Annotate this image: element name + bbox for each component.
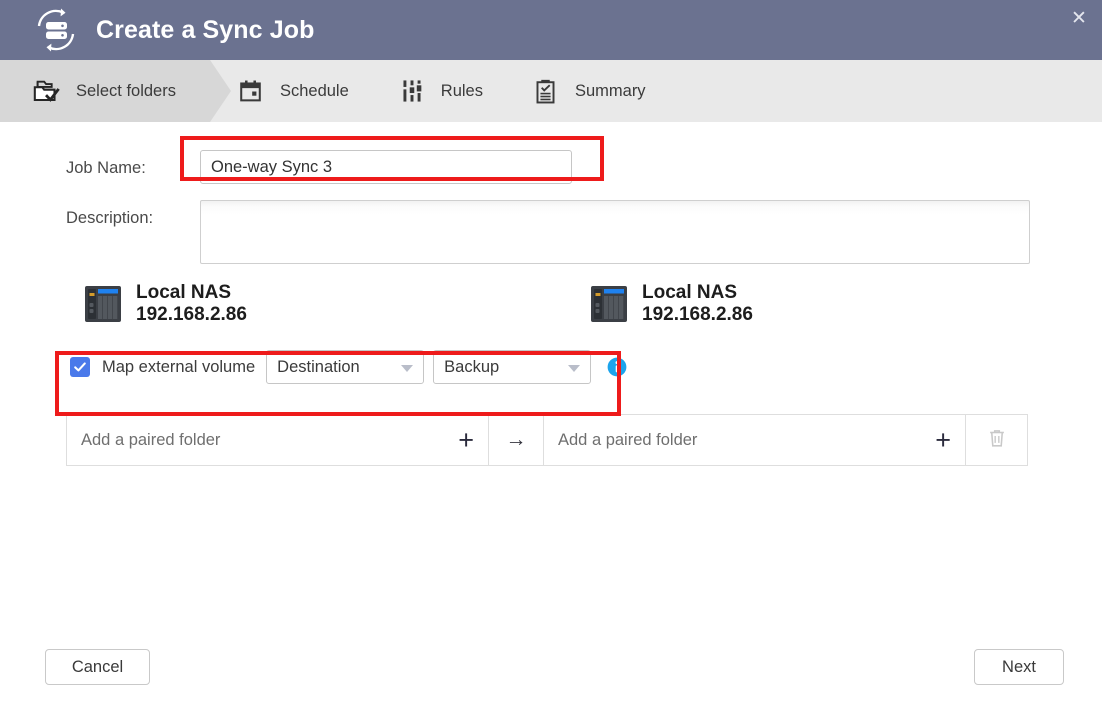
map-volume-select[interactable]: Backup [433, 350, 592, 384]
map-external-volume-checkbox[interactable] [70, 357, 90, 377]
add-destination-folder-plus-icon[interactable]: + [935, 426, 951, 454]
cancel-button[interactable]: Cancel [45, 649, 150, 685]
step-label-schedule: Schedule [279, 81, 349, 100]
dialog-titlebar: Create a Sync Job ✕ [0, 0, 1102, 60]
trash-icon [986, 426, 1008, 455]
source-endpoint-name: Local NAS [136, 282, 232, 303]
step-label-rules: Rules [440, 81, 483, 100]
chevron-down-icon [568, 365, 581, 372]
source-endpoint-ip: 192.168.2.86 [136, 304, 247, 326]
delete-pair-button[interactable] [965, 415, 1027, 465]
job-name-label: Job Name: [66, 159, 146, 177]
dialog-title: Create a Sync Job [96, 15, 315, 44]
arrow-right-icon: → [505, 428, 527, 451]
destination-endpoint-ip: 192.168.2.86 [642, 304, 753, 326]
step-rules[interactable]: Rules [371, 60, 505, 122]
destination-endpoint: Local NAS 192.168.2.86 [590, 282, 753, 327]
step-navigation: Select folders Schedule Rules Summary [0, 60, 1102, 122]
nas-device-icon [590, 284, 628, 324]
paired-folder-table: Add a paired folder + → Add a paired fol… [66, 414, 1028, 466]
add-source-folder-plus-icon[interactable]: + [458, 426, 474, 454]
source-folder-cell[interactable]: Add a paired folder + [67, 415, 488, 465]
chevron-down-icon [401, 365, 414, 372]
job-name-row: Job Name: [66, 150, 572, 184]
destination-folder-placeholder: Add a paired folder [558, 430, 698, 449]
sync-direction-cell: → [488, 415, 544, 465]
calendar-icon [234, 74, 268, 108]
source-endpoint: Local NAS 192.168.2.86 [84, 282, 247, 327]
description-row: Description: [66, 200, 1030, 264]
next-button[interactable]: Next [974, 649, 1064, 685]
step-schedule[interactable]: Schedule [210, 60, 371, 122]
map-external-volume-row: Map external volume Destination Backup [70, 350, 627, 384]
description-input[interactable] [200, 200, 1030, 264]
step-label-summary: Summary [574, 81, 646, 100]
close-icon[interactable]: ✕ [1062, 2, 1096, 34]
sync-nas-logo-icon [30, 4, 82, 56]
source-endpoint-texts: Local NAS 192.168.2.86 [136, 282, 247, 327]
destination-endpoint-texts: Local NAS 192.168.2.86 [642, 282, 753, 327]
sliders-icon [395, 74, 429, 108]
clipboard-check-icon [529, 74, 563, 108]
job-name-input[interactable] [200, 150, 572, 184]
destination-folder-cell[interactable]: Add a paired folder + [544, 415, 965, 465]
create-sync-job-dialog: Create a Sync Job ✕ Select folders Sched… [0, 0, 1102, 703]
step-label-select-folders: Select folders [76, 81, 176, 100]
step-summary[interactable]: Summary [505, 60, 668, 122]
description-label: Description: [66, 209, 154, 227]
source-folder-placeholder: Add a paired folder [81, 430, 221, 449]
info-icon[interactable] [607, 357, 627, 377]
folders-check-icon [30, 74, 64, 108]
dialog-body: Job Name: Description: [0, 122, 1102, 703]
map-volume-select-value: Backup [444, 357, 500, 376]
map-side-select[interactable]: Destination [266, 350, 425, 384]
destination-endpoint-name: Local NAS [642, 282, 738, 303]
nas-device-icon [84, 284, 122, 324]
map-external-volume-label: Map external volume [102, 357, 256, 376]
map-side-select-value: Destination [277, 357, 360, 376]
step-select-folders[interactable]: Select folders [0, 60, 231, 122]
